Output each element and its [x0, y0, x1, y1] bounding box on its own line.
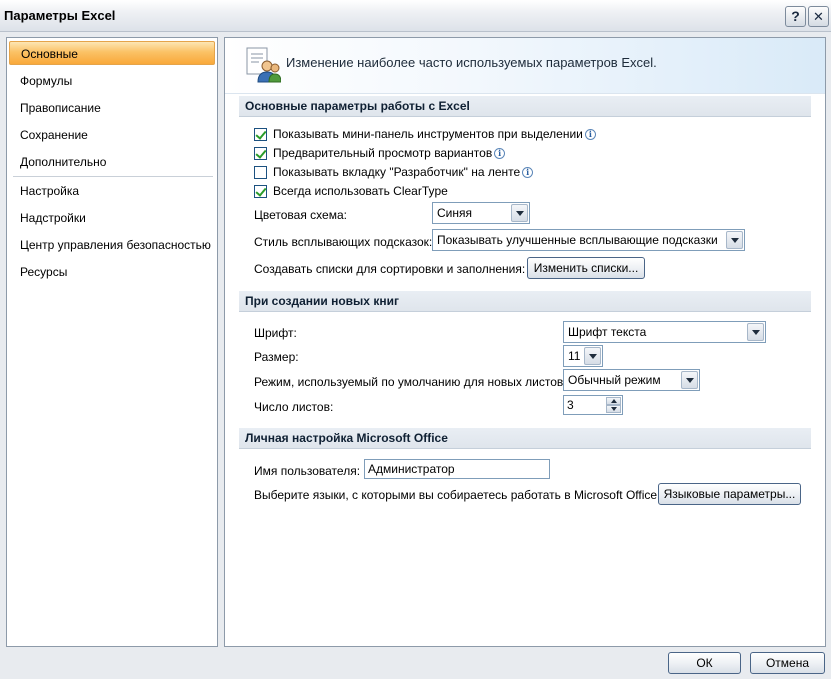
checkbox-row-live-preview: Предварительный просмотр вариантов i [254, 145, 506, 161]
section-personal-header: Личная настройка Microsoft Office [239, 428, 811, 449]
sidebar-item-save[interactable]: Сохранение [9, 123, 215, 147]
banner-text: Изменение наиболее часто используемых па… [286, 55, 657, 70]
sidebar-item-addins[interactable]: Надстройки [9, 206, 215, 230]
color-scheme-label: Цветовая схема: [254, 208, 347, 222]
chevron-down-icon [584, 347, 601, 365]
live-preview-label: Предварительный просмотр вариантов [273, 146, 493, 160]
default-view-value: Обычный режим [568, 373, 661, 387]
username-label: Имя пользователя: [254, 464, 361, 478]
options-people-icon [246, 47, 281, 83]
checkbox-row-developer-tab: Показывать вкладку "Разработчик" на лент… [254, 164, 534, 180]
edit-custom-lists-button[interactable]: Изменить списки... [527, 257, 645, 279]
chevron-down-icon [726, 231, 743, 249]
languages-label: Выберите языки, с которыми вы собираетес… [254, 488, 661, 502]
sidebar-item-formulas[interactable]: Формулы [9, 69, 215, 93]
chevron-down-icon [747, 323, 764, 341]
close-button[interactable]: ✕ [808, 6, 829, 27]
font-label: Шрифт: [254, 326, 297, 340]
tooltip-style-value: Показывать улучшенные всплывающие подска… [437, 233, 718, 247]
developer-tab-checkbox[interactable] [254, 165, 267, 179]
title-bar: Параметры Excel ? ✕ [0, 0, 831, 32]
language-settings-button[interactable]: Языковые параметры... [658, 483, 801, 505]
font-value: Шрифт текста [568, 325, 647, 339]
help-button[interactable]: ? [785, 6, 806, 27]
cleartype-label: Всегда использовать ClearType [273, 184, 448, 198]
sidebar-item-proofing[interactable]: Правописание [9, 96, 215, 120]
chevron-up-icon[interactable] [606, 397, 621, 405]
cleartype-checkbox[interactable] [254, 184, 267, 198]
banner: Изменение наиболее часто используемых па… [225, 38, 825, 94]
custom-lists-label: Создавать списки для сортировки и заполн… [254, 262, 526, 276]
sheet-count-stepper[interactable]: 3 [563, 395, 623, 415]
sidebar-item-advanced[interactable]: Дополнительно [9, 150, 215, 174]
default-view-select[interactable]: Обычный режим [563, 369, 700, 391]
info-icon[interactable]: i [522, 166, 534, 178]
chevron-down-icon [681, 371, 698, 389]
color-scheme-value: Синяя [437, 206, 472, 220]
live-preview-checkbox[interactable] [254, 146, 267, 160]
sidebar-item-popular[interactable]: Основные [9, 41, 215, 65]
size-value: 11 [568, 349, 581, 363]
info-icon[interactable]: i [494, 147, 506, 159]
spinner-buttons [606, 397, 621, 413]
default-view-label: Режим, используемый по умолчанию для нов… [254, 375, 567, 389]
sidebar: Основные Формулы Правописание Сохранение… [6, 37, 218, 647]
section-basic-header: Основные параметры работы с Excel [239, 96, 811, 117]
chevron-down-icon[interactable] [606, 405, 621, 413]
sidebar-item-resources[interactable]: Ресурсы [9, 260, 215, 284]
cancel-button[interactable]: Отмена [750, 652, 825, 674]
checkbox-row-mini-toolbar: Показывать мини-панель инструментов при … [254, 126, 596, 142]
info-icon[interactable]: i [584, 128, 596, 140]
chevron-down-icon [511, 204, 528, 222]
ok-button[interactable]: ОК [668, 652, 741, 674]
username-input[interactable]: Администратор [364, 459, 550, 479]
sidebar-item-customize[interactable]: Настройка [9, 179, 215, 203]
mini-toolbar-checkbox[interactable] [254, 127, 267, 141]
size-select[interactable]: 11 [563, 345, 603, 367]
tooltip-style-label: Стиль всплывающих подсказок: [254, 235, 433, 249]
content-panel: Изменение наиболее часто используемых па… [224, 37, 826, 647]
sidebar-divider [13, 176, 213, 177]
font-select[interactable]: Шрифт текста [563, 321, 766, 343]
mini-toolbar-label: Показывать мини-панель инструментов при … [273, 127, 583, 141]
developer-tab-label: Показывать вкладку "Разработчик" на лент… [273, 165, 521, 179]
tooltip-style-select[interactable]: Показывать улучшенные всплывающие подска… [432, 229, 745, 251]
section-new-header: При создании новых книг [239, 291, 811, 312]
color-scheme-select[interactable]: Синяя [432, 202, 530, 224]
sheet-count-label: Число листов: [254, 400, 334, 414]
sheet-count-value: 3 [567, 398, 574, 412]
window-title: Параметры Excel [4, 8, 116, 23]
size-label: Размер: [254, 350, 299, 364]
sidebar-item-trust-center[interactable]: Центр управления безопасностью [9, 233, 215, 257]
checkbox-row-cleartype: Всегда использовать ClearType [254, 183, 448, 199]
